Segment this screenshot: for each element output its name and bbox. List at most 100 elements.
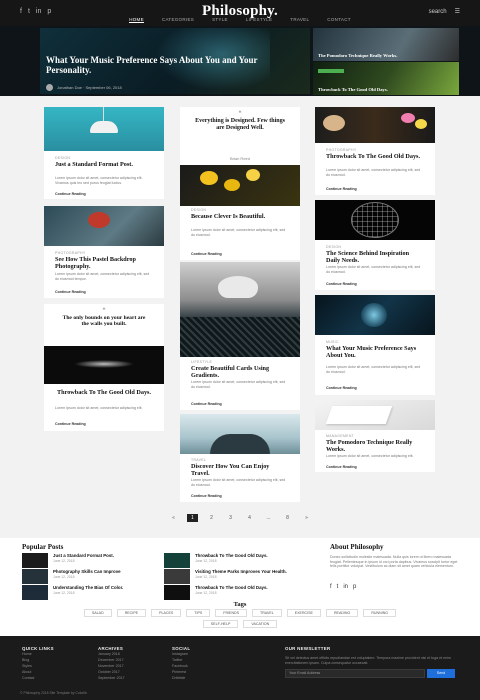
instagram-icon[interactable]: in — [343, 584, 348, 590]
tag-link[interactable]: Running — [363, 609, 397, 617]
nav-item-home[interactable]: Home — [129, 17, 144, 23]
post-title[interactable]: The Science Behind Inspiration Daily Nee… — [326, 250, 424, 264]
post-card[interactable]: Design The Science Behind Inspiration Da… — [315, 200, 435, 290]
featured-section: What Your Music Preference Says About Yo… — [0, 26, 480, 96]
tag-link[interactable]: Salad — [83, 609, 112, 617]
post-category[interactable]: Management — [326, 434, 354, 438]
popular-post-title[interactable]: Throwback To The Good Old Days. — [195, 553, 295, 558]
popular-post[interactable]: Just a Standard Format Post. June 12, 201… — [22, 553, 153, 568]
post-category[interactable]: Design — [326, 245, 341, 249]
read-more-link[interactable]: Continue Reading — [326, 386, 357, 390]
footer-link[interactable]: September 2017 — [98, 675, 125, 681]
post-card[interactable]: Lifestyle Create Beautiful Cards Using G… — [180, 262, 300, 410]
post-title[interactable]: What Your Music Preference Says About Yo… — [326, 345, 424, 359]
read-more-link[interactable]: Continue Reading — [191, 402, 222, 406]
featured-title[interactable]: What Your Music Preference Says About Yo… — [46, 55, 286, 75]
newsletter-send-button[interactable]: Send — [427, 669, 455, 678]
nav-item-lifestyle[interactable]: Lifestyle — [246, 17, 272, 22]
quote-card[interactable]: ❝ The only bounds on your heart are the … — [44, 304, 164, 346]
post-card[interactable]: Photography Throwback To The Good Old Da… — [315, 107, 435, 195]
nav-item-travel[interactable]: Travel — [290, 17, 309, 22]
twitter-icon[interactable]: t — [337, 584, 339, 590]
page-link[interactable]: 4 — [244, 514, 255, 522]
prev-page-button[interactable]: « — [168, 514, 179, 522]
tag-link[interactable]: Tips — [186, 609, 211, 617]
post-title[interactable]: Discover How You Can Enjoy Travel. — [191, 463, 289, 477]
featured-side-post-2[interactable]: Throwback To The Good Old Days. — [313, 62, 459, 95]
featured-side-title-1[interactable]: The Pomodoro Technique Really Works. — [318, 53, 448, 58]
post-image — [44, 346, 164, 384]
post-title[interactable]: Because Clever Is Beautiful. — [191, 213, 289, 221]
page-link[interactable]: 3 — [225, 514, 236, 522]
tag-link[interactable]: Reading — [325, 609, 359, 617]
featured-side-post-1[interactable]: The Pomodoro Technique Really Works. — [313, 28, 459, 61]
tag-link[interactable]: Exercise — [286, 609, 321, 617]
post-category[interactable]: Photography — [55, 251, 85, 255]
popular-post[interactable]: Throwback To The Good Old Days. June 12, … — [164, 553, 295, 568]
page-link[interactable]: 8 — [282, 514, 293, 522]
popular-post-thumb — [22, 553, 48, 568]
read-more-link[interactable]: Continue Reading — [326, 187, 357, 191]
popular-post-title[interactable]: Throwback To The Good Old Days. — [195, 585, 295, 590]
post-excerpt: Lorem ipsum dolor sit amet, consectetur … — [55, 406, 143, 410]
post-category[interactable]: Music — [326, 340, 339, 344]
post-category[interactable]: Lifestyle — [191, 360, 212, 364]
post-title[interactable]: See How This Pastel Backdrop Photography… — [55, 256, 153, 270]
post-card[interactable]: Design Just a Standard Format Post. Lore… — [44, 107, 164, 199]
tag-link[interactable]: Self-Help — [202, 620, 239, 628]
popular-post[interactable]: Throwback To The Good Old Days. June 12, … — [164, 585, 295, 600]
post-title[interactable]: The Pomodoro Technique Really Works. — [326, 439, 424, 453]
popular-post-title[interactable]: Visiting Theme Parks Improves Your Healt… — [195, 569, 295, 574]
read-more-link[interactable]: Continue Reading — [55, 192, 86, 196]
post-category[interactable]: Design — [55, 156, 70, 160]
tag-link[interactable]: Vacation — [243, 620, 278, 628]
tag-link[interactable]: Friends — [215, 609, 248, 617]
quote-text[interactable]: Everything is Designed. Few things are D… — [194, 118, 286, 132]
post-card[interactable]: Throwback To The Good Old Days. Lorem ip… — [44, 346, 164, 431]
post-category[interactable]: Design — [191, 208, 206, 212]
post-title[interactable]: Throwback To The Good Old Days. — [326, 153, 424, 161]
read-more-link[interactable]: Continue Reading — [326, 282, 357, 286]
popular-post[interactable]: Visiting Theme Parks Improves Your Healt… — [164, 569, 295, 584]
nav-item-contact[interactable]: Contact — [327, 17, 351, 22]
tag-link[interactable]: Places — [151, 609, 182, 617]
featured-main-post[interactable]: What Your Music Preference Says About Yo… — [40, 28, 310, 94]
post-title[interactable]: Throwback To The Good Old Days. — [55, 389, 153, 397]
tag-link[interactable]: Travel — [252, 609, 282, 617]
post-card[interactable]: Photography See How This Pastel Backdrop… — [44, 206, 164, 298]
popular-post-title[interactable]: Just a Standard Format Post. — [53, 553, 153, 558]
post-title[interactable]: Just a Standard Format Post. — [55, 161, 153, 169]
quote-text[interactable]: The only bounds on your heart are the wa… — [60, 315, 148, 327]
facebook-icon[interactable]: f — [330, 584, 332, 590]
page-link[interactable]: 2 — [206, 514, 217, 522]
popular-post-date: June 12, 2018 — [195, 591, 217, 595]
tag-link[interactable]: Recipe — [116, 609, 147, 617]
featured-side-title-2[interactable]: Throwback To The Good Old Days. — [318, 87, 448, 92]
nav-item-style[interactable]: Style — [212, 17, 228, 22]
post-category[interactable]: Photography — [326, 148, 356, 152]
post-title[interactable]: Create Beautiful Cards Using Gradients. — [191, 365, 289, 379]
quote-card[interactable]: ❝ Everything is Designed. Few things are… — [180, 107, 300, 206]
nav-item-categories[interactable]: Categories — [162, 17, 194, 22]
popular-post-title[interactable]: Understanding The Bias Of Color. — [53, 585, 153, 590]
post-card[interactable]: Travel Discover How You Can Enjoy Travel… — [180, 414, 300, 502]
read-more-link[interactable]: Continue Reading — [191, 494, 222, 498]
next-page-button[interactable]: » — [301, 514, 312, 522]
post-card[interactable]: Management The Pomodoro Technique Really… — [315, 400, 435, 472]
popular-post-title[interactable]: Photography Skills Can Improve — [53, 569, 153, 574]
read-more-link[interactable]: Continue Reading — [55, 290, 86, 294]
read-more-link[interactable]: Continue Reading — [55, 422, 86, 426]
post-card[interactable]: Design Because Clever Is Beautiful. Lore… — [180, 206, 300, 260]
post-category[interactable]: Travel — [191, 458, 206, 462]
popular-post[interactable]: Understanding The Bias Of Color. June 12,… — [22, 585, 153, 600]
newsletter-email-input[interactable]: Your Email Address — [285, 669, 425, 678]
page-link-current[interactable]: 1 — [187, 514, 198, 522]
site-footer: Quick Links Home Blog Styles About Conta… — [0, 636, 480, 700]
footer-link[interactable]: Dribbble — [172, 675, 190, 681]
footer-link[interactable]: Contact — [22, 675, 54, 681]
popular-post[interactable]: Photography Skills Can Improve June 12, 2… — [22, 569, 153, 584]
read-more-link[interactable]: Continue Reading — [326, 465, 357, 469]
post-card[interactable]: Music What Your Music Preference Says Ab… — [315, 295, 435, 395]
read-more-link[interactable]: Continue Reading — [191, 252, 222, 256]
pinterest-icon[interactable]: p — [353, 584, 356, 590]
